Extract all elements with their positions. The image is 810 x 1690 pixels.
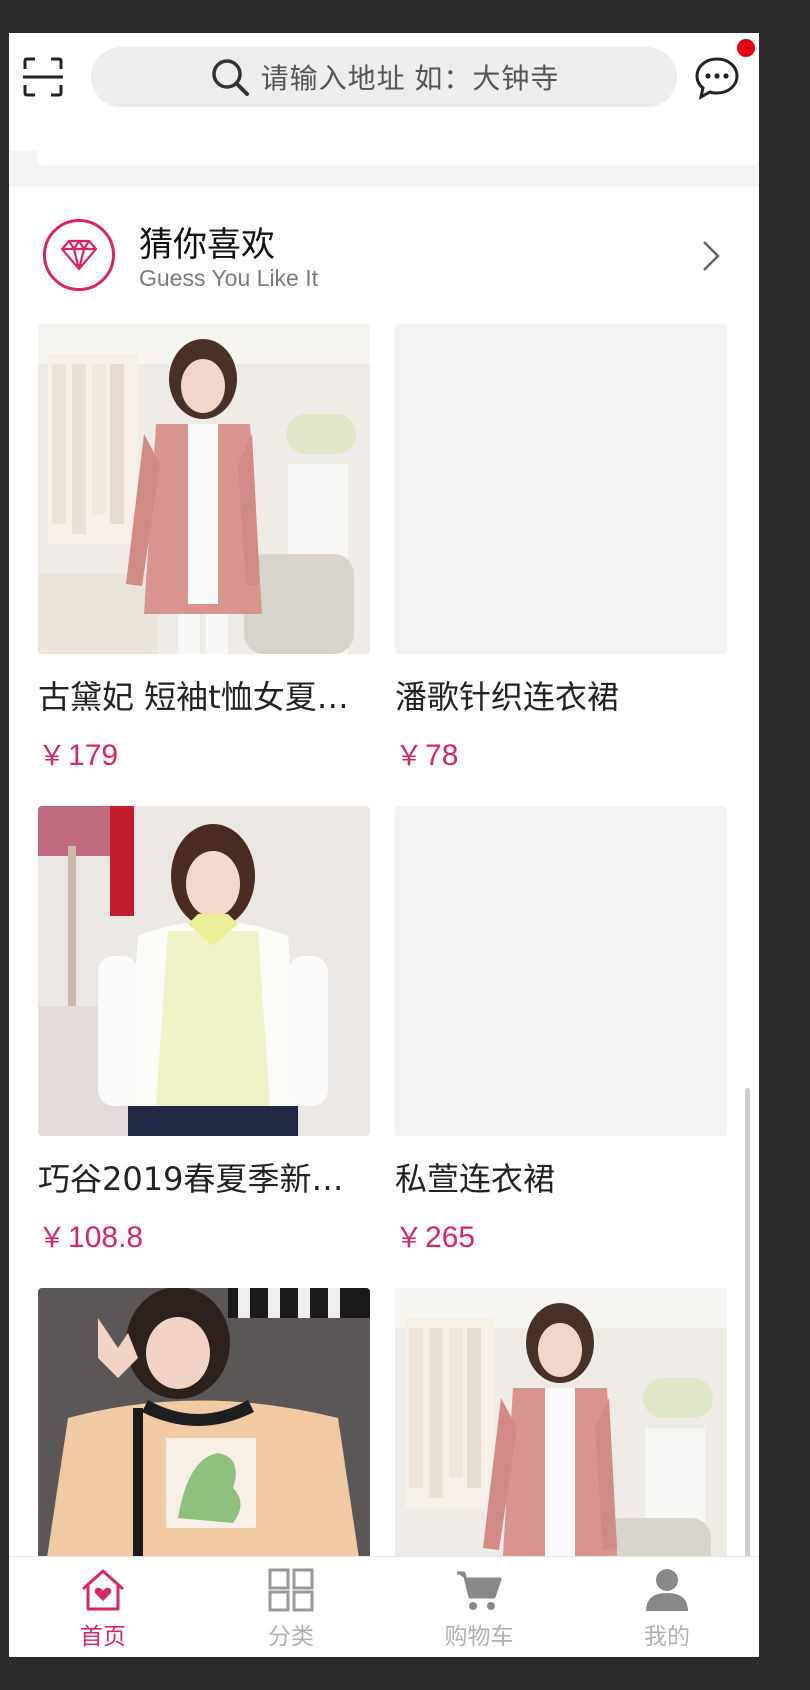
section-title: 猜你喜欢 — [139, 225, 275, 265]
product-title: 潘歌针织连衣裙 — [395, 678, 620, 716]
product-price: ￥179 — [38, 734, 370, 774]
tab-label: 分类 — [268, 1624, 314, 1650]
search-icon — [211, 59, 249, 96]
currency-symbol: ￥ — [395, 1222, 424, 1253]
price-value: 78 — [425, 739, 459, 772]
product-price: ￥265 — [395, 1216, 727, 1256]
product-image[interactable] — [38, 806, 370, 1136]
tab-label: 购物车 — [444, 1624, 514, 1650]
product-card[interactable]: 私萱连衣裙 ￥265 — [395, 806, 727, 1256]
diamond-icon — [43, 219, 115, 291]
tab-profile[interactable]: 我的 — [573, 1557, 759, 1657]
tab-home[interactable]: 首页 — [9, 1557, 197, 1657]
product-title: 古黛妃 短袖t恤女夏… — [38, 678, 349, 716]
product-image[interactable] — [38, 324, 370, 654]
tab-category[interactable]: 分类 — [197, 1557, 385, 1657]
price-value: 179 — [68, 739, 119, 772]
top-header: 请输入地址 如：大钟寺 — [9, 33, 759, 151]
product-image-placeholder[interactable] — [395, 324, 727, 654]
product-card[interactable]: 潘歌针织连衣裙 ￥78 — [395, 324, 727, 774]
product-card[interactable]: 古黛妃 短袖t恤女夏… ￥179 — [38, 324, 370, 774]
scan-icon[interactable] — [21, 55, 65, 99]
tab-label: 首页 — [80, 1624, 126, 1650]
unread-badge — [737, 39, 755, 57]
currency-symbol: ￥ — [38, 1222, 67, 1253]
chevron-right-icon[interactable] — [701, 239, 721, 273]
cart-icon — [457, 1571, 502, 1610]
product-title: 私萱连衣裙 — [395, 1160, 556, 1198]
product-title: 巧谷2019春夏季新品… — [38, 1160, 370, 1198]
message-icon[interactable] — [692, 53, 742, 103]
home-icon — [81, 1569, 125, 1611]
price-value: 108.8 — [68, 1221, 144, 1254]
product-price: ￥108.8 — [38, 1216, 370, 1256]
category-icon — [268, 1568, 314, 1612]
currency-symbol: ￥ — [38, 740, 67, 771]
product-price: ￥78 — [395, 734, 727, 774]
search-placeholder: 请输入地址 如：大钟寺 — [260, 63, 560, 94]
search-bar[interactable]: 请输入地址 如：大钟寺 — [91, 47, 677, 107]
bottom-tab-bar: 首页 分类 购物车 我的 — [9, 1556, 759, 1657]
profile-icon — [646, 1569, 688, 1611]
product-card[interactable]: 巧谷2019春夏季新品… ￥108.8 — [38, 806, 370, 1256]
guess-section-header[interactable]: 猜你喜欢 Guess You Like It — [9, 187, 759, 307]
section-subtitle: Guess You Like It — [139, 265, 319, 291]
product-image-placeholder[interactable] — [395, 806, 727, 1136]
price-value: 265 — [425, 1221, 476, 1254]
scrollbar[interactable] — [745, 1088, 750, 1578]
tab-cart[interactable]: 购物车 — [385, 1557, 573, 1657]
tab-label: 我的 — [644, 1624, 690, 1650]
currency-symbol: ￥ — [395, 740, 424, 771]
app-screen: 请输入地址 如：大钟寺 猜你喜欢 Guess You Like It 古黛妃 短… — [9, 33, 759, 1657]
